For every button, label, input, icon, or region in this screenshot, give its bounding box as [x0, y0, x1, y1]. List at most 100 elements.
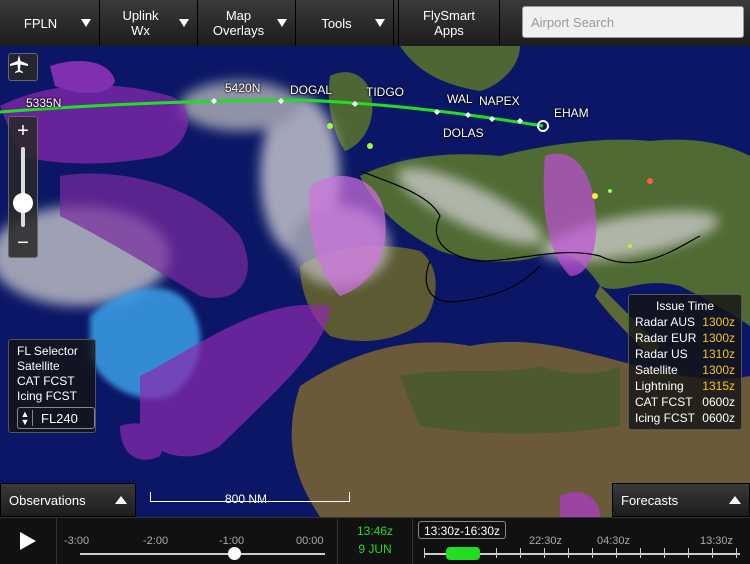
waypoint-label: TIDGO	[366, 85, 404, 99]
observation-slider-thumb[interactable]	[228, 547, 241, 560]
waypoint-label: WAL	[447, 92, 473, 106]
zoom-out-icon[interactable]: −	[17, 233, 29, 253]
issue-time-value: 0600z	[702, 411, 735, 425]
fpln-button[interactable]: FPLN	[0, 0, 100, 46]
issue-time-label: Radar EUR	[635, 331, 697, 345]
timeline-bar: -3:00 -2:00 -1:00 00:00 13:46z 9 JUN 13:…	[0, 517, 750, 564]
issue-time-label: CAT FCST	[635, 395, 693, 409]
obs-tick-label: -3:00	[64, 535, 90, 547]
waypoint-label: 5335N	[26, 96, 62, 110]
forecasts-button[interactable]: Forecasts	[612, 483, 750, 517]
issue-time-label: Satellite	[635, 363, 678, 377]
top-toolbar: FPLN Uplink Wx Map Overlays Tools FlySma…	[0, 0, 750, 47]
issue-time-row: Radar US 1310z	[635, 346, 735, 362]
forecast-tick-mark	[688, 548, 689, 558]
current-time-display: 13:46z 9 JUN	[337, 518, 413, 564]
forecast-tick-mark	[640, 548, 641, 558]
forecast-tick-mark	[616, 548, 617, 558]
issue-time-row: CAT FCST 0600z	[635, 394, 735, 410]
chevron-down-icon	[179, 19, 189, 27]
issue-time-row: Icing FCST 0600z	[635, 410, 735, 426]
fc-tick-label: 22:30z	[529, 535, 563, 547]
forecast-tick-mark	[544, 548, 545, 558]
zoom-control: + −	[8, 116, 38, 258]
waypoint-label: NAPEX	[479, 94, 520, 108]
issue-time-rows: Radar AUS 1300z Radar EUR 1300z Radar US 1310…	[635, 314, 735, 426]
forecast-slider-thumb[interactable]	[446, 547, 480, 560]
forecast-tick-mark	[736, 548, 737, 558]
forecast-tick-mark	[496, 548, 497, 558]
obs-tick-label: -1:00	[219, 535, 245, 547]
zoom-slider-thumb[interactable]	[13, 193, 33, 213]
airport-search-input[interactable]	[529, 7, 733, 37]
forecast-tick-mark	[592, 548, 593, 558]
map-label-line1: Map	[225, 8, 252, 23]
issue-time-value: 1315z	[702, 379, 735, 393]
play-button[interactable]	[0, 518, 57, 564]
map-overlays-button[interactable]: Map Overlays	[198, 0, 296, 46]
apps-label-line1: FlySmart	[423, 8, 475, 23]
airport-search-box[interactable]	[522, 6, 744, 38]
forecast-tick-mark	[520, 548, 521, 558]
flight-level-value: FL240	[41, 410, 78, 426]
tools-label: Tools	[321, 15, 352, 31]
waypoint-label: EHAM	[554, 106, 589, 120]
weather-map[interactable]: 5335N 5420N DOGAL TIDGO WAL NAPEX DOLAS …	[0, 46, 750, 517]
issue-time-label: Radar AUS	[635, 315, 696, 329]
africa-coastal-vegetation	[400, 366, 620, 434]
issue-time-panel: Issue Time Radar AUS 1300z Radar EUR 1300z R…	[628, 294, 742, 430]
observations-label: Observations	[9, 492, 86, 508]
obs-tick-label: -2:00	[143, 535, 169, 547]
forecast-tick-mark	[664, 548, 665, 558]
chevron-up-icon	[729, 496, 741, 504]
apps-label-line2: Apps	[434, 23, 464, 38]
uplink-label-line2: Wx	[131, 23, 150, 38]
fl-selector-item-cat[interactable]: CAT FCST	[17, 374, 87, 389]
scale-label: 800 NM	[225, 492, 268, 506]
waypoint-label: 5420N	[225, 81, 261, 95]
obs-tick-label: 00:00	[296, 535, 324, 547]
issue-time-label: Lightning	[635, 379, 684, 393]
issue-time-row: Radar EUR 1300z	[635, 330, 735, 346]
observations-button[interactable]: Observations	[0, 483, 136, 517]
center-aircraft-button[interactable]	[8, 53, 38, 81]
issue-time-title: Issue Time	[655, 299, 715, 313]
current-date: 9 JUN	[358, 542, 392, 556]
forecast-tick-mark	[568, 548, 569, 558]
map-label-line2: Overlays	[212, 23, 265, 38]
chevron-up-icon	[115, 496, 127, 504]
observation-slider-track[interactable]	[80, 553, 325, 555]
flysmart-apps-button[interactable]: FlySmart Apps	[398, 0, 500, 46]
forecast-tick-mark	[712, 548, 713, 558]
stepper-arrows-icon[interactable]: ▲ ▼	[18, 410, 33, 427]
issue-time-label: Icing FCST	[635, 411, 696, 425]
zoom-in-icon[interactable]: +	[17, 121, 29, 141]
chevron-down-icon	[81, 19, 91, 27]
aircraft-icon	[10, 55, 28, 73]
map-graphics	[0, 46, 750, 517]
waypoint-label: DOLAS	[443, 126, 484, 140]
chevron-down-icon	[375, 19, 385, 27]
fl-selector-title: FL Selector	[17, 344, 78, 358]
tools-button[interactable]: Tools	[296, 0, 394, 46]
issue-time-value: 1300z	[702, 363, 735, 377]
uplink-wx-button[interactable]: Uplink Wx	[100, 0, 198, 46]
issue-time-value: 1300z	[702, 331, 735, 345]
issue-time-row: Radar AUS 1300z	[635, 314, 735, 330]
zoom-slider-track[interactable]	[13, 147, 33, 227]
current-time: 13:46z	[356, 524, 394, 538]
issue-time-row: Satellite 1300z	[635, 362, 735, 378]
uplink-label-line1: Uplink	[122, 8, 159, 23]
fl-selector-panel: FL Selector Satellite CAT FCST Icing FCS…	[8, 339, 96, 433]
flight-level-stepper[interactable]: ▲ ▼ FL240	[17, 407, 95, 429]
forecast-range-badge: 13:30z-16:30z	[418, 521, 506, 539]
fc-tick-label: 13:30z	[700, 535, 734, 547]
fpln-label: FPLN	[23, 15, 58, 31]
issue-time-value: 1300z	[702, 315, 735, 329]
fl-selector-item-satellite[interactable]: Satellite	[17, 359, 87, 374]
chevron-down-icon	[277, 19, 287, 27]
issue-time-value: 1310z	[702, 347, 735, 361]
issue-time-value: 0600z	[702, 395, 735, 409]
fl-selector-item-icing[interactable]: Icing FCST	[17, 389, 87, 404]
forecast-tick-mark	[424, 548, 425, 558]
